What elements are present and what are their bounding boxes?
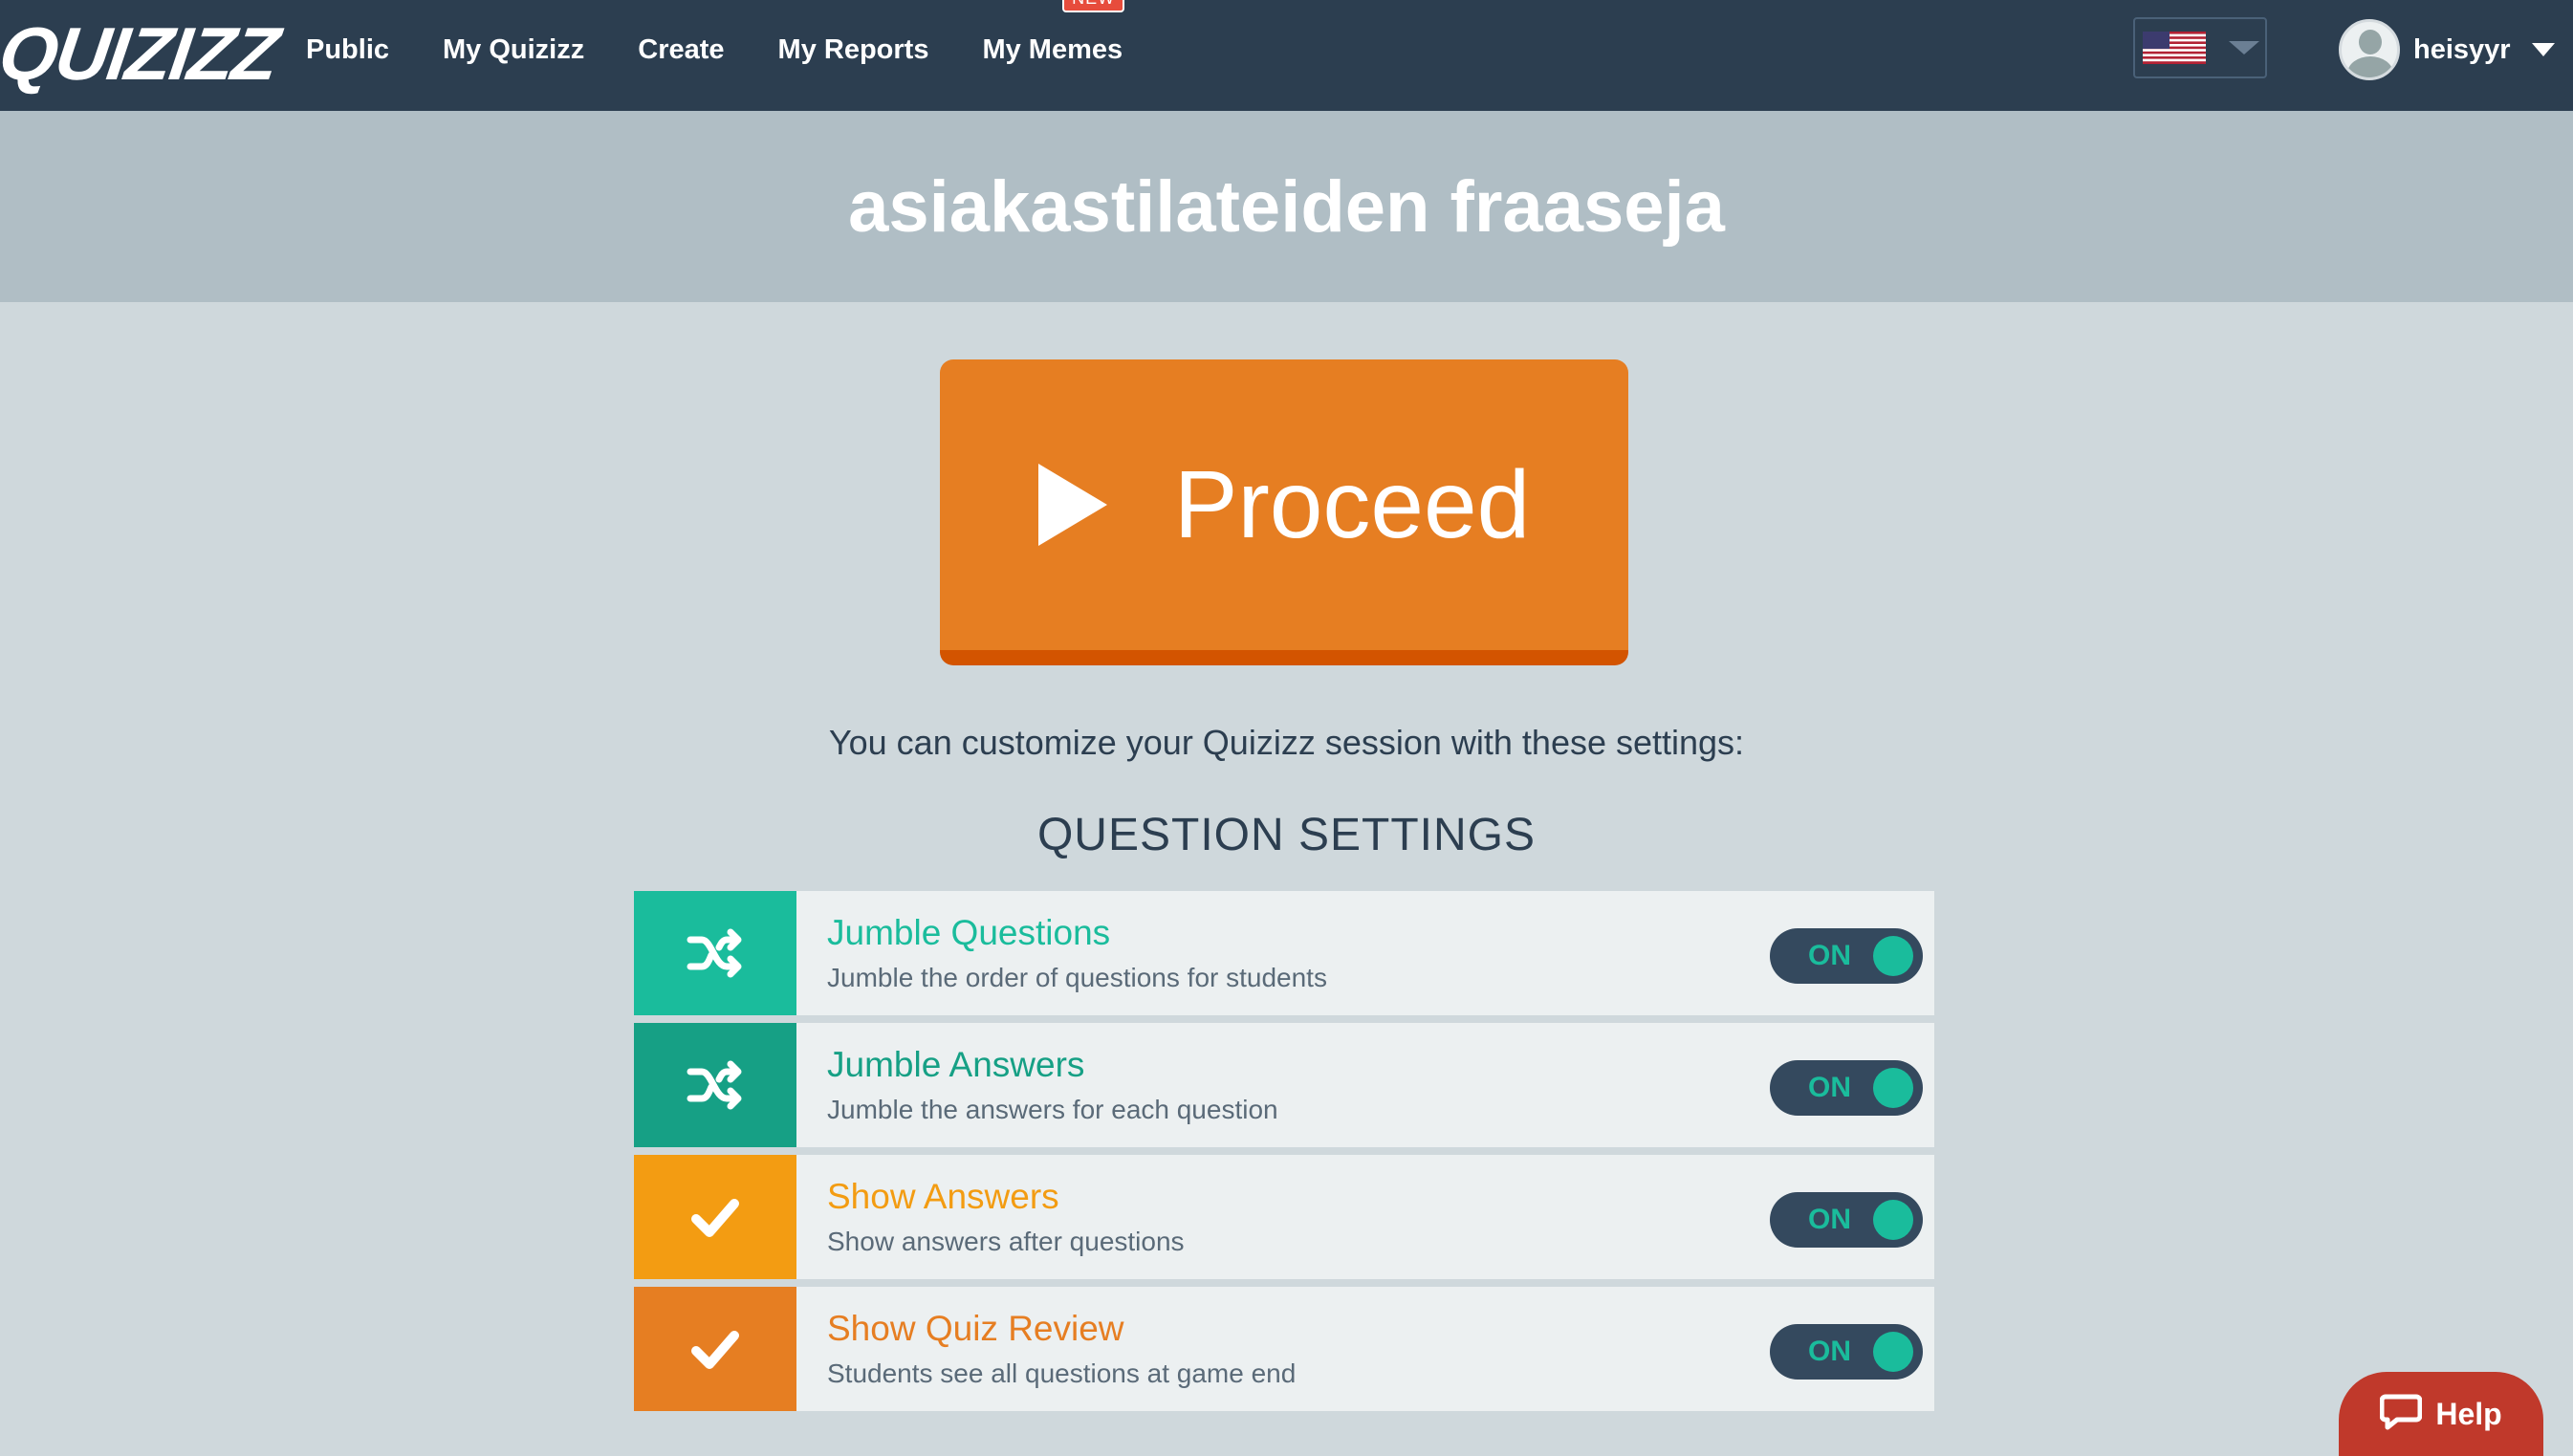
- toggle-label: ON: [1808, 1204, 1851, 1235]
- setting-show-quiz-review: Show Quiz Review Students see all questi…: [634, 1287, 1934, 1411]
- new-badge: NEW: [1062, 0, 1125, 12]
- toggle-knob: [1873, 936, 1913, 976]
- shuffle-icon: [687, 928, 742, 978]
- avatar: [2339, 19, 2400, 80]
- settings-list: Jumble Questions Jumble the order of que…: [634, 891, 1934, 1419]
- username: heisyyr: [2413, 33, 2511, 65]
- nav-my-memes-label: My Memes: [982, 33, 1123, 65]
- us-flag-icon: [2143, 32, 2206, 64]
- settings-intro: You can customize your Quizizz session w…: [828, 723, 1745, 762]
- top-navbar: QUIZIZZ Public My Quizizz Create My Repo…: [0, 0, 2573, 111]
- setting-icon-box: [634, 1155, 796, 1279]
- nav-public[interactable]: Public: [306, 34, 389, 66]
- toggle-label: ON: [1808, 940, 1851, 971]
- toggle-show-quiz-review[interactable]: ON: [1770, 1324, 1923, 1380]
- setting-jumble-answers: Jumble Answers Jumble the answers for ea…: [634, 1023, 1934, 1147]
- nav-create[interactable]: Create: [638, 34, 724, 66]
- quizizz-logo[interactable]: QUIZIZZ: [0, 10, 283, 98]
- setting-description: Students see all questions at game end: [827, 1358, 1297, 1388]
- caret-down-icon: [2531, 43, 2555, 56]
- setting-description: Jumble the answers for each question: [827, 1095, 1278, 1124]
- nav-my-memes[interactable]: My Memes NEW: [982, 0, 1125, 66]
- toggle-knob: [1873, 1068, 1913, 1108]
- chevron-down-icon: [2229, 41, 2259, 54]
- play-icon: [1037, 464, 1107, 546]
- language-selector[interactable]: [2133, 17, 2267, 78]
- setting-icon-box: [634, 891, 796, 1015]
- toggle-label: ON: [1808, 1072, 1851, 1103]
- toggle-knob: [1873, 1332, 1913, 1372]
- toggle-show-answers[interactable]: ON: [1770, 1192, 1923, 1248]
- toggle-jumble-answers[interactable]: ON: [1770, 1060, 1923, 1116]
- setting-description: Jumble the order of questions for studen…: [827, 963, 1327, 992]
- help-button[interactable]: Help: [2339, 1372, 2543, 1456]
- setting-show-answers: Show Answers Show answers after question…: [634, 1155, 1934, 1279]
- user-menu[interactable]: heisyyr: [2339, 17, 2555, 82]
- quiz-title: asiakastilateiden fraaseja: [848, 165, 1725, 248]
- nav-my-quizizz[interactable]: My Quizizz: [443, 34, 584, 66]
- setting-title: Jumble Questions: [827, 913, 1111, 952]
- proceed-label: Proceed: [1173, 450, 1531, 558]
- setting-icon-box: [634, 1023, 796, 1147]
- proceed-button[interactable]: Proceed: [940, 359, 1628, 665]
- shuffle-icon: [687, 1060, 742, 1110]
- toggle-jumble-questions[interactable]: ON: [1770, 928, 1923, 984]
- chat-bubble-icon: [2380, 1394, 2423, 1430]
- title-band: asiakastilateiden fraaseja: [0, 111, 2573, 302]
- toggle-knob: [1873, 1200, 1913, 1240]
- main-nav: Public My Quizizz Create My Reports My M…: [306, 0, 1176, 99]
- setting-title: Show Quiz Review: [827, 1309, 1124, 1348]
- help-label: Help: [2435, 1397, 2502, 1431]
- setting-title: Show Answers: [827, 1177, 1059, 1216]
- section-title: QUESTION SETTINGS: [1036, 810, 1537, 860]
- toggle-label: ON: [1808, 1336, 1851, 1367]
- nav-my-reports[interactable]: My Reports: [778, 34, 929, 66]
- setting-title: Jumble Answers: [827, 1045, 1085, 1084]
- check-icon: [691, 1331, 739, 1369]
- setting-icon-box: [634, 1287, 796, 1411]
- check-icon: [691, 1199, 739, 1237]
- setting-jumble-questions: Jumble Questions Jumble the order of que…: [634, 891, 1934, 1015]
- setting-description: Show answers after questions: [827, 1227, 1185, 1256]
